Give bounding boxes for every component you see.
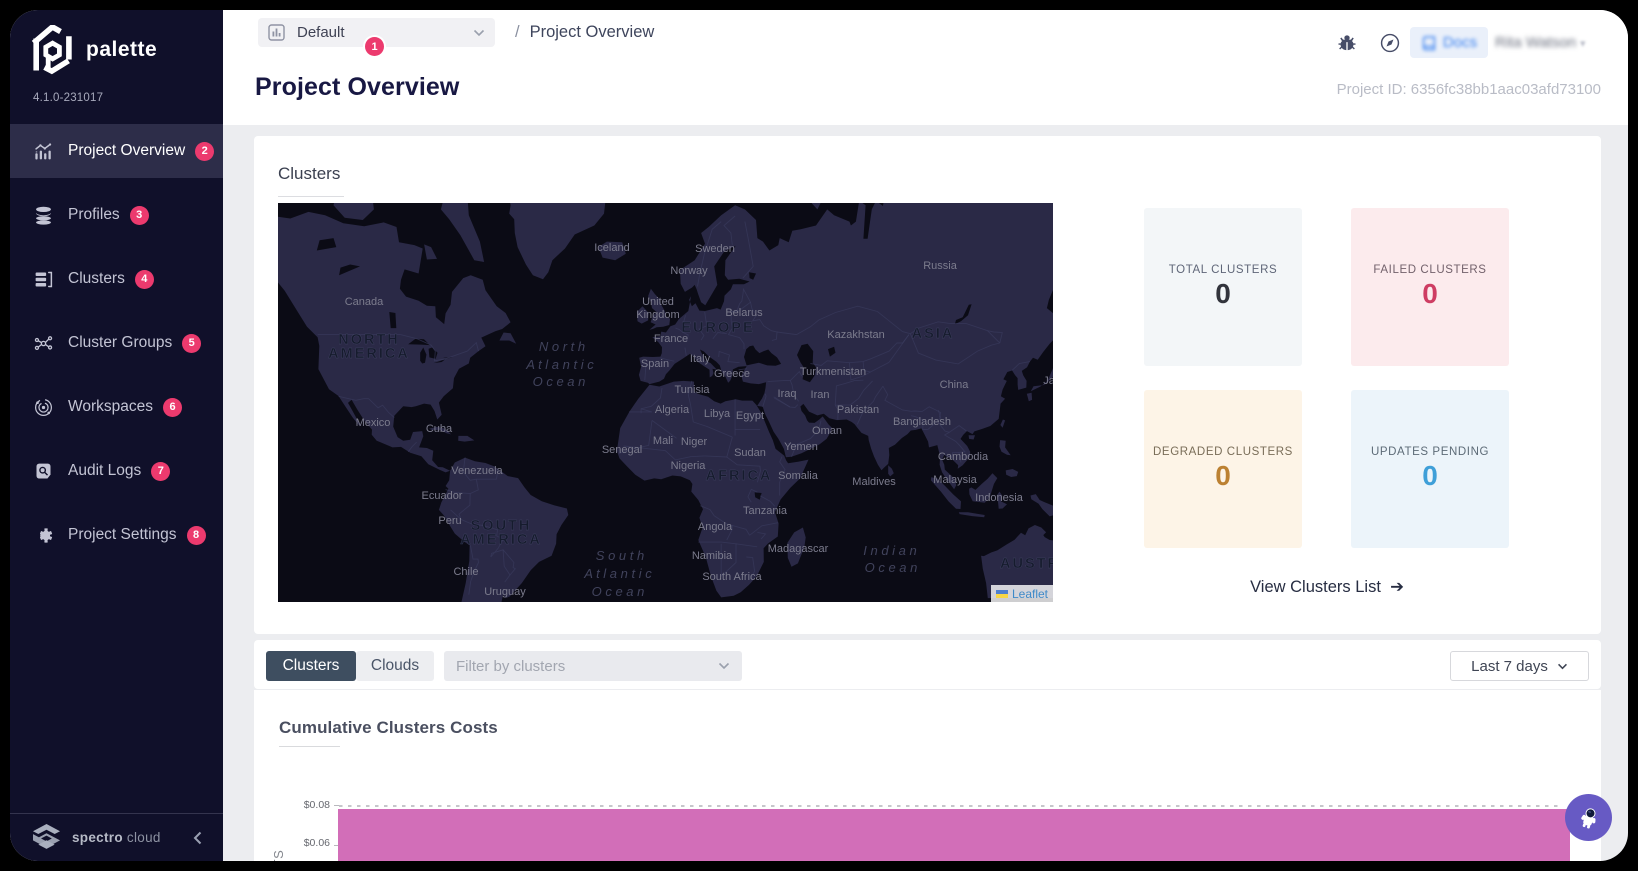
svg-text:AUSTRALIA: AUSTRALIA [1000, 556, 1053, 572]
svg-text:United: United [642, 296, 674, 308]
svg-text:Maldives: Maldives [852, 476, 896, 488]
svg-text:Senegal: Senegal [602, 444, 642, 456]
svg-text:Chile: Chile [453, 566, 478, 578]
svg-text:I n d i a n: I n d i a n [863, 543, 916, 558]
svg-text:Greece: Greece [714, 368, 750, 380]
svg-text:Kazakhstan: Kazakhstan [827, 329, 884, 341]
svg-text:AMERICA: AMERICA [460, 532, 542, 548]
svg-text:Somalia: Somalia [778, 470, 819, 482]
svg-text:Niger: Niger [681, 436, 708, 448]
svg-text:Yemen: Yemen [784, 441, 818, 453]
svg-text:Ecuador: Ecuador [422, 490, 463, 502]
svg-text:Nigeria: Nigeria [671, 460, 707, 472]
svg-text:Belarus: Belarus [725, 307, 763, 319]
svg-text:Iran: Iran [811, 389, 830, 401]
svg-text:Norway: Norway [670, 265, 708, 277]
svg-text:AFRICA: AFRICA [706, 468, 773, 484]
svg-text:Iraq: Iraq [778, 388, 797, 400]
svg-text:Libya: Libya [704, 408, 731, 420]
svg-text:Peru: Peru [438, 515, 461, 527]
svg-text:Sweden: Sweden [695, 243, 735, 255]
svg-text:Uruguay: Uruguay [484, 586, 526, 598]
svg-text:Canada: Canada [345, 296, 384, 308]
svg-text:O c e a n: O c e a n [865, 560, 918, 575]
svg-text:N o r t h: N o r t h [539, 339, 585, 354]
svg-text:EUROPE: EUROPE [681, 320, 754, 336]
svg-text:Algeria: Algeria [655, 404, 690, 416]
svg-text:Sudan: Sudan [734, 447, 766, 459]
svg-text:Oman: Oman [812, 425, 842, 437]
svg-text:ASIA: ASIA [912, 326, 955, 342]
svg-text:S o u t h: S o u t h [596, 548, 644, 563]
svg-text:Angola: Angola [698, 521, 733, 533]
svg-text:Venezuela: Venezuela [451, 465, 503, 477]
svg-text:Namibia: Namibia [692, 550, 733, 562]
svg-text:Bangladesh: Bangladesh [893, 416, 951, 428]
svg-text:Kingdom: Kingdom [636, 309, 679, 321]
svg-text:Ja: Ja [1043, 375, 1053, 387]
svg-text:Tanzania: Tanzania [743, 505, 788, 517]
svg-text:Egypt: Egypt [736, 410, 764, 422]
svg-text:Iceland: Iceland [594, 242, 629, 254]
svg-text:A t l a n t i c: A t l a n t i c [525, 357, 594, 372]
svg-text:Spain: Spain [641, 358, 669, 370]
svg-text:France: France [654, 333, 688, 345]
svg-text:AMERICA: AMERICA [328, 346, 410, 362]
svg-text:Italy: Italy [690, 353, 711, 365]
svg-text:Turkmenistan: Turkmenistan [800, 366, 866, 378]
svg-text:Mexico: Mexico [356, 417, 391, 429]
svg-text:Madagascar: Madagascar [768, 543, 829, 555]
svg-text:Pakistan: Pakistan [837, 404, 879, 416]
svg-text:O c e a n: O c e a n [533, 374, 586, 389]
svg-text:Mali: Mali [653, 435, 673, 447]
svg-text:Tunisia: Tunisia [674, 384, 710, 396]
svg-text:Cambodia: Cambodia [938, 451, 989, 463]
svg-text:Russia: Russia [923, 260, 958, 272]
svg-text:South Africa: South Africa [702, 571, 762, 583]
svg-text:A t l a n t i c: A t l a n t i c [583, 566, 652, 581]
svg-text:Cuba: Cuba [426, 423, 453, 435]
svg-text:China: China [940, 379, 970, 391]
svg-text:Malaysia: Malaysia [933, 474, 977, 486]
svg-text:Indonesia: Indonesia [975, 492, 1024, 504]
svg-text:O c e a n: O c e a n [592, 584, 645, 599]
